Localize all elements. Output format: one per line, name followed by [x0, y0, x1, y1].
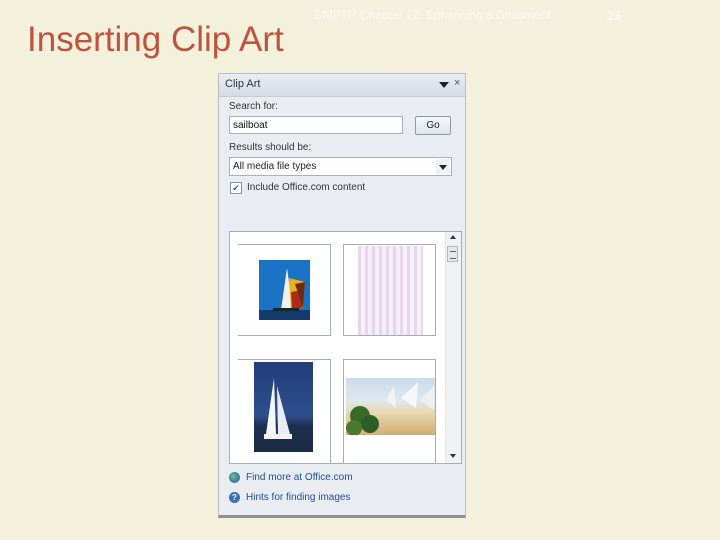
results-scrollbar[interactable] [445, 232, 461, 463]
slide-title: Inserting Clip Art [27, 20, 284, 59]
help-icon: ? [229, 492, 240, 503]
find-more-link[interactable]: Find more at Office.com [229, 472, 353, 483]
result-thumbnail[interactable] [343, 359, 436, 463]
search-input[interactable] [229, 116, 403, 134]
pane-options-icon[interactable] [439, 82, 449, 88]
sailboat-clipart-image [259, 260, 310, 320]
pane-header: Clip Art × [219, 74, 465, 97]
result-thumbnail[interactable] [343, 244, 436, 336]
result-thumbnail[interactable] [238, 359, 331, 463]
white-sailboat-image [254, 362, 313, 452]
scroll-up-icon[interactable] [450, 235, 456, 239]
scroll-down-icon[interactable] [450, 454, 456, 458]
include-office-checkbox[interactable]: ✔ [230, 182, 242, 194]
pane-title: Clip Art [225, 78, 261, 90]
include-office-label: Include Office.com content [247, 182, 366, 193]
media-type-select[interactable]: All media file types [229, 157, 452, 176]
chevron-down-icon[interactable] [436, 159, 450, 174]
results-list [229, 231, 462, 464]
results-label: Results should be: [229, 142, 312, 153]
close-icon[interactable]: × [454, 77, 460, 89]
media-type-value: All media file types [233, 161, 317, 172]
beach-sailboats-image [346, 378, 435, 436]
find-more-label: Find more at Office.com [246, 472, 353, 484]
slide-footer: CMPTR Chapter 12: Enhancing a Document [314, 8, 551, 22]
search-label: Search for: [229, 101, 278, 112]
clip-art-pane: Clip Art × Search for: Go Results should… [218, 73, 466, 518]
go-button[interactable]: Go [415, 116, 451, 135]
document-preview-image [358, 246, 423, 335]
office-globe-icon [229, 472, 240, 483]
scroll-thumb[interactable] [447, 246, 458, 262]
page-number: 26 [607, 8, 622, 23]
result-thumbnail[interactable] [238, 244, 331, 336]
hints-label: Hints for finding images [246, 492, 351, 504]
hints-link[interactable]: ? Hints for finding images [229, 492, 351, 503]
